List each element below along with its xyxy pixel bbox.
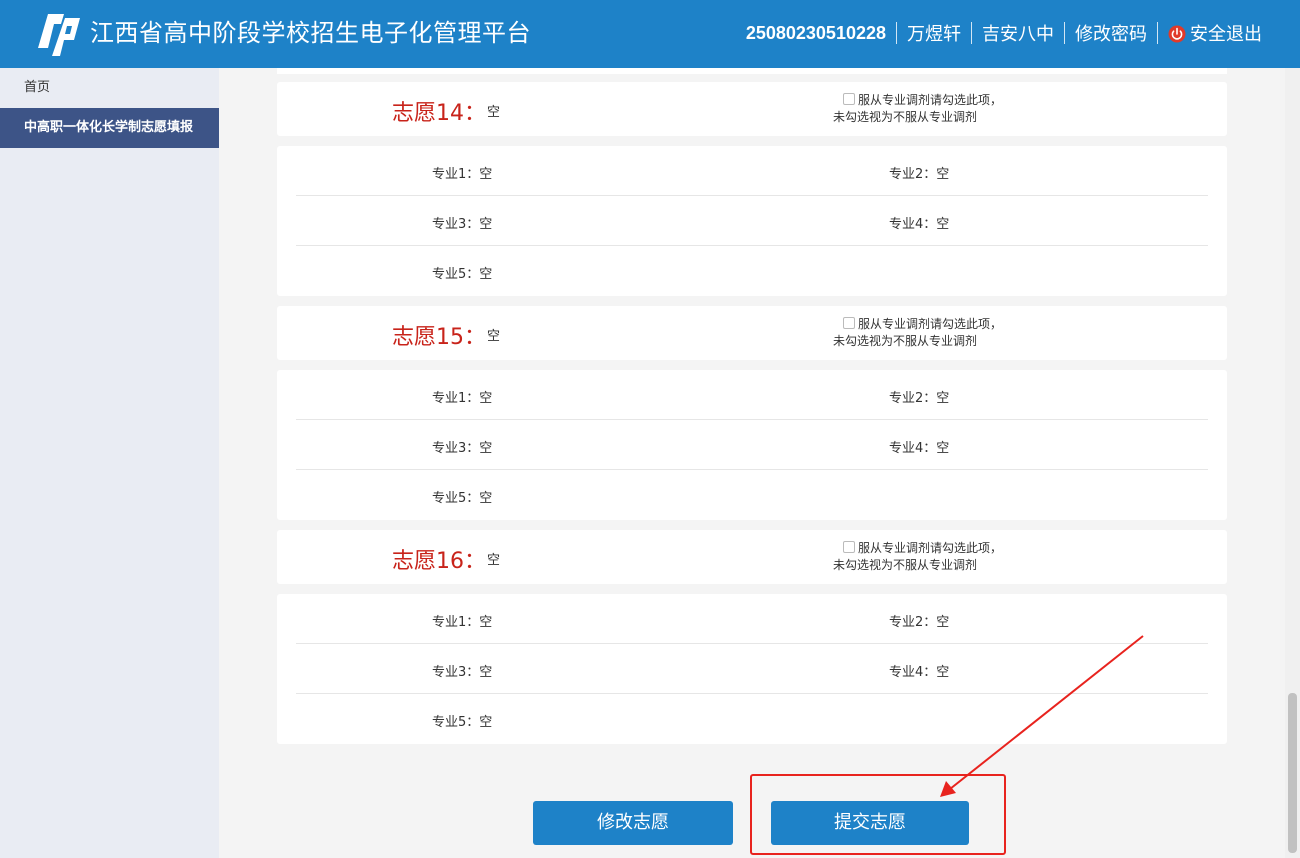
wish-label: 志愿15： bbox=[392, 325, 486, 350]
divider bbox=[1157, 22, 1158, 44]
wish-label: 志愿16： bbox=[392, 549, 486, 574]
major-3: 专业3：空 bbox=[432, 441, 493, 456]
major-2: 专业2：空 bbox=[889, 167, 950, 182]
majors-row: 专业1：空 专业2：空 bbox=[296, 370, 1208, 420]
major-1: 专业1：空 bbox=[432, 391, 493, 406]
user-name: 万煜轩 bbox=[907, 24, 961, 45]
majors-panel: 专业1：空 专业2：空 专业3：空 专业4：空 专业5：空 bbox=[277, 594, 1227, 744]
modify-wish-button[interactable]: 修改志愿 bbox=[533, 801, 733, 845]
adjust-checkbox[interactable] bbox=[843, 317, 855, 329]
adjust-text-line1: 服从专业调剂请勾选此项， bbox=[858, 541, 1003, 555]
major-2: 专业2：空 bbox=[889, 615, 950, 630]
major-3: 专业3：空 bbox=[432, 217, 493, 232]
wish-header: 志愿14： 空 服从专业调剂请勾选此项， 未勾选视为不服从专业调剂 bbox=[277, 82, 1227, 136]
majors-row: 专业5：空 bbox=[296, 470, 1208, 520]
major-5: 专业5：空 bbox=[432, 715, 493, 730]
adjust-text-line1: 服从专业调剂请勾选此项， bbox=[858, 317, 1003, 331]
majors-row: 专业5：空 bbox=[296, 246, 1208, 296]
majors-row: 专业3：空 专业4：空 bbox=[296, 196, 1208, 246]
adjust-text-line2: 未勾选视为不服从专业调剂 bbox=[833, 334, 978, 348]
annotation-highlight-box bbox=[750, 774, 1006, 855]
platform-logo-icon bbox=[38, 14, 80, 56]
major-5: 专业5：空 bbox=[432, 267, 493, 282]
major-4: 专业4：空 bbox=[889, 665, 950, 680]
major-2: 专业2：空 bbox=[889, 391, 950, 406]
major-5: 专业5：空 bbox=[432, 491, 493, 506]
sidebar-item-home[interactable]: 首页 bbox=[0, 68, 219, 108]
major-4: 专业4：空 bbox=[889, 217, 950, 232]
divider bbox=[896, 22, 897, 44]
majors-row: 专业1：空 专业2：空 bbox=[296, 146, 1208, 196]
adjust-checkbox[interactable] bbox=[843, 541, 855, 553]
wish-value: 空 bbox=[487, 329, 501, 344]
adjust-checkbox[interactable] bbox=[843, 93, 855, 105]
majors-row: 专业3：空 专业4：空 bbox=[296, 420, 1208, 470]
card-remnant bbox=[277, 68, 1227, 74]
major-1: 专业1：空 bbox=[432, 615, 493, 630]
user-id: 25080230510228 bbox=[745, 22, 886, 43]
majors-row: 专业5：空 bbox=[296, 694, 1208, 744]
divider bbox=[971, 22, 972, 44]
logout-link[interactable]: 安全退出 bbox=[1168, 20, 1262, 46]
power-icon bbox=[1168, 25, 1186, 43]
user-bar: 25080230510228 万煜轩 吉安八中 修改密码 安全退出 bbox=[746, 18, 1262, 48]
major-4: 专业4：空 bbox=[889, 441, 950, 456]
adjust-text-line2: 未勾选视为不服从专业调剂 bbox=[833, 558, 978, 572]
sidebar-item-wish-fill[interactable]: 中高职一体化长学制志愿填报 bbox=[0, 108, 219, 148]
wish-header: 志愿16： 空 服从专业调剂请勾选此项， 未勾选视为不服从专业调剂 bbox=[277, 530, 1227, 584]
site-title: 江西省高中阶段学校招生电子化管理平台 bbox=[90, 19, 531, 47]
logout-label: 安全退出 bbox=[1190, 24, 1262, 45]
majors-panel: 专业1：空 专业2：空 专业3：空 专业4：空 专业5：空 bbox=[277, 146, 1227, 296]
wish-value: 空 bbox=[487, 105, 501, 120]
major-3: 专业3：空 bbox=[432, 665, 493, 680]
sidebar: 首页 中高职一体化长学制志愿填报 bbox=[0, 68, 219, 858]
majors-row: 专业3：空 专业4：空 bbox=[296, 644, 1208, 694]
wish-label: 志愿14： bbox=[392, 101, 486, 126]
adjust-text-line1: 服从专业调剂请勾选此项， bbox=[858, 93, 1003, 107]
divider bbox=[1064, 22, 1065, 44]
adjust-option: 服从专业调剂请勾选此项， 未勾选视为不服从专业调剂 bbox=[833, 540, 1002, 574]
major-1: 专业1：空 bbox=[432, 167, 493, 182]
adjust-option: 服从专业调剂请勾选此项， 未勾选视为不服从专业调剂 bbox=[833, 92, 1002, 126]
adjust-text-line2: 未勾选视为不服从专业调剂 bbox=[833, 110, 978, 124]
majors-panel: 专业1：空 专业2：空 专业3：空 专业4：空 专业5：空 bbox=[277, 370, 1227, 520]
page-scrollbar[interactable] bbox=[1285, 68, 1300, 858]
majors-row: 专业1：空 专业2：空 bbox=[296, 594, 1208, 644]
change-password-link[interactable]: 修改密码 bbox=[1075, 20, 1147, 46]
top-header: 江西省高中阶段学校招生电子化管理平台 25080230510228 万煜轩 吉安… bbox=[0, 0, 1300, 68]
wish-header: 志愿15： 空 服从专业调剂请勾选此项， 未勾选视为不服从专业调剂 bbox=[277, 306, 1227, 360]
wish-value: 空 bbox=[487, 553, 501, 568]
scrollbar-thumb[interactable] bbox=[1288, 693, 1297, 853]
adjust-option: 服从专业调剂请勾选此项， 未勾选视为不服从专业调剂 bbox=[833, 316, 1002, 350]
school-name: 吉安八中 bbox=[982, 24, 1054, 45]
main-content: 志愿14： 空 服从专业调剂请勾选此项， 未勾选视为不服从专业调剂 专业1：空 … bbox=[219, 68, 1285, 858]
